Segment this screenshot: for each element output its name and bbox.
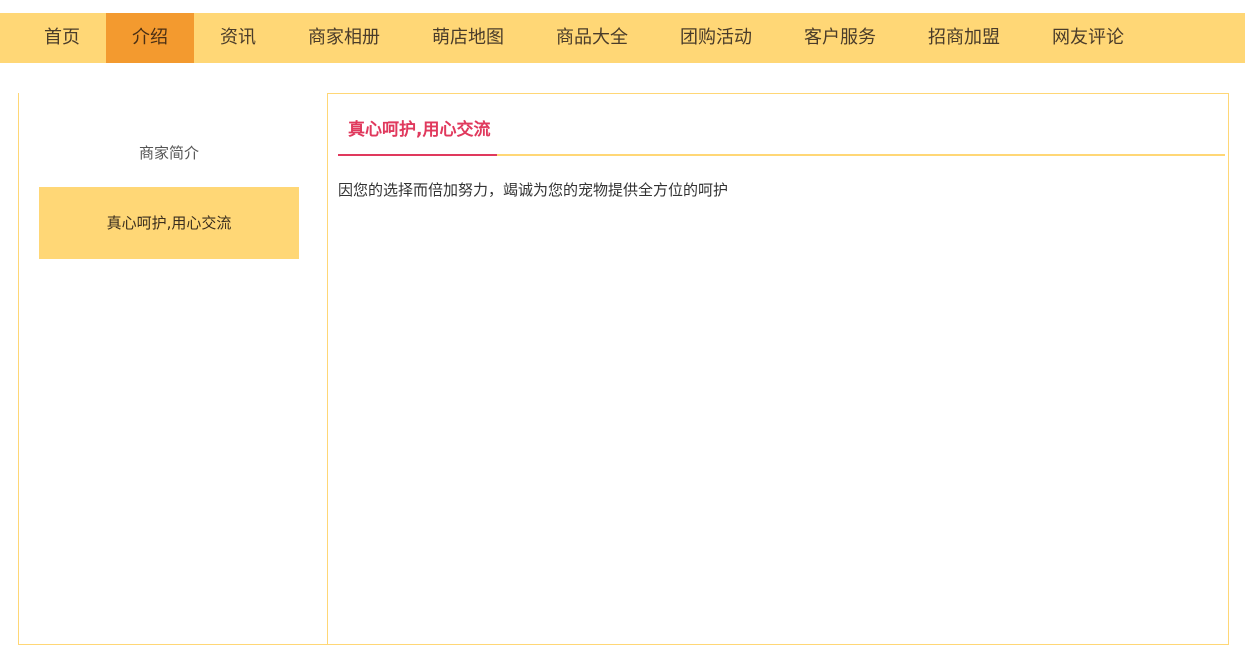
nav-item-service[interactable]: 客户服务 (790, 13, 890, 63)
nav-item-home[interactable]: 首页 (30, 13, 94, 63)
nav-item-group-buy[interactable]: 团购活动 (666, 13, 766, 63)
title-underline-accent (338, 154, 497, 156)
top-nav-bar: 首页 介绍 资讯 商家相册 萌店地图 商品大全 团购活动 客户服务 招商加盟 网… (0, 13, 1245, 63)
nav-item-franchise[interactable]: 招商加盟 (914, 13, 1014, 63)
content-body: 因您的选择而倍加努力，竭诚为您的宠物提供全方位的呵护 (338, 181, 729, 199)
nav-item-products[interactable]: 商品大全 (542, 13, 642, 63)
nav-item-news[interactable]: 资讯 (206, 13, 270, 63)
nav-item-intro[interactable]: 介绍 (106, 13, 194, 63)
content-panel: 真心呵护,用心交流 因您的选择而倍加努力，竭诚为您的宠物提供全方位的呵护 (327, 93, 1229, 645)
nav-item-map[interactable]: 萌店地图 (418, 13, 518, 63)
sidebar-item-care[interactable]: 真心呵护,用心交流 (39, 187, 299, 259)
sidebar-item-company-intro[interactable]: 商家简介 (39, 141, 299, 165)
nav-item-album[interactable]: 商家相册 (294, 13, 394, 63)
sidebar: 商家简介 真心呵护,用心交流 (18, 93, 327, 645)
page-title: 真心呵护,用心交流 (348, 120, 491, 140)
nav-item-reviews[interactable]: 网友评论 (1038, 13, 1138, 63)
